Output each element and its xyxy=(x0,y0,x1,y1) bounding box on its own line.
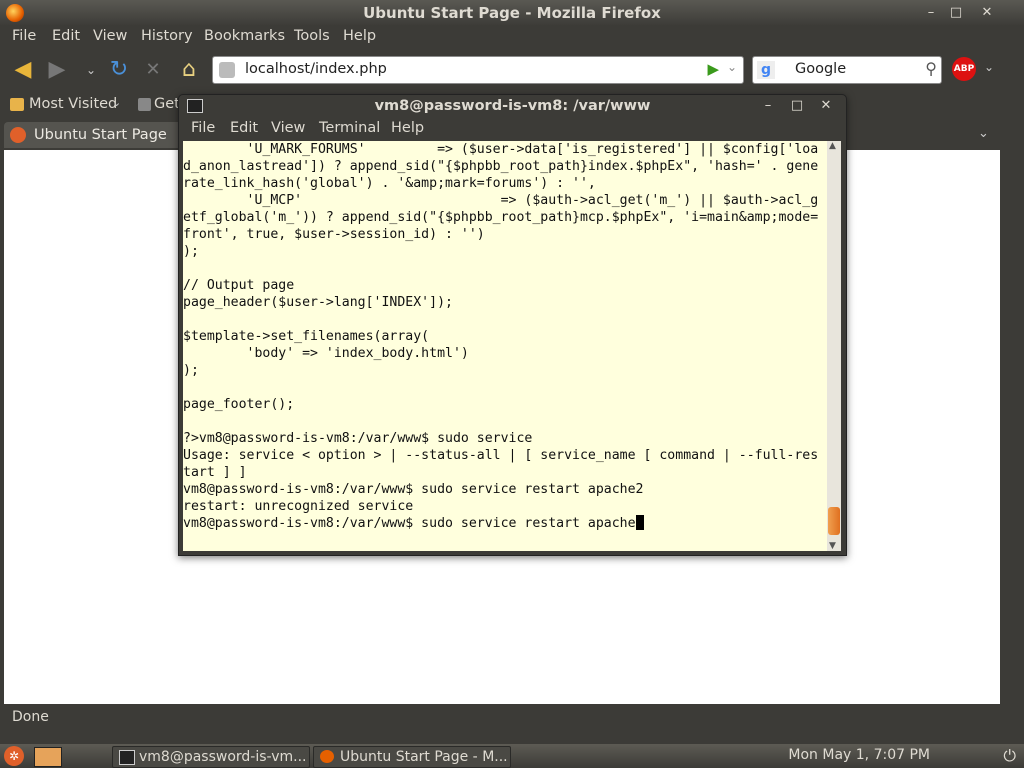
menu-edit[interactable]: Edit xyxy=(52,28,80,44)
window-title: Ubuntu Start Page - Mozilla Firefox xyxy=(363,4,661,22)
taskbar-label: Ubuntu Start Page - M... xyxy=(340,749,508,765)
get-bookmark[interactable]: Get xyxy=(154,96,180,112)
terminal-maximize-button[interactable]: □ xyxy=(786,96,808,116)
ubuntu-menu-icon[interactable]: ✲ xyxy=(4,746,24,766)
taskbar-item-firefox[interactable]: Ubuntu Start Page - M... xyxy=(313,746,511,768)
forward-arrow-icon[interactable]: ▶ xyxy=(44,57,70,83)
terminal-scrollbar[interactable]: ▲ ▼ xyxy=(827,141,841,551)
menubar: File Edit View History Bookmarks Tools H… xyxy=(0,26,1024,48)
terminal-line: $template->set_filenames(array( xyxy=(183,329,430,344)
terminal-line: page_footer(); xyxy=(183,397,295,412)
maximize-button[interactable]: □ xyxy=(945,3,967,23)
terminal-line: rate_link_hash('global') . '&amp;mark=fo… xyxy=(183,176,596,191)
url-bar[interactable]: localhost/index.php ▶ ⌄ xyxy=(212,56,744,84)
terminal-line: // Output page xyxy=(183,278,295,293)
site-favicon-icon xyxy=(219,62,235,78)
terminal-output[interactable]: 'U_MARK_FORUMS' => ($user->data['is_regi… xyxy=(183,141,827,551)
text-cursor xyxy=(635,515,644,530)
terminal-line: vm8@password-is-vm8:/var/www$ sudo servi… xyxy=(183,482,644,497)
terminal-line: ); xyxy=(183,244,199,259)
menu-help[interactable]: Help xyxy=(343,28,376,44)
url-dropdown-icon[interactable]: ⌄ xyxy=(727,60,737,74)
terminal-menubar: File Edit View Terminal Help xyxy=(179,119,846,141)
terminal-scroll-thumb[interactable] xyxy=(828,507,840,535)
folder-icon xyxy=(10,98,24,111)
close-button[interactable]: ✕ xyxy=(976,3,998,23)
terminal-menu-help[interactable]: Help xyxy=(391,120,424,136)
terminal-line: etf_global('m_')) ? append_sid("{$phpbb_… xyxy=(183,210,819,225)
terminal-minimize-button[interactable]: – xyxy=(757,96,779,116)
google-engine-icon[interactable]: g xyxy=(757,61,775,79)
most-visited-bookmark[interactable]: Most Visited xyxy=(29,96,117,112)
tab-label: Ubuntu Start Page xyxy=(34,127,167,143)
tab-list-dropdown-icon[interactable]: ⌄ xyxy=(978,126,989,141)
terminal-titlebar[interactable]: vm8@password-is-vm8: /var/www – □ ✕ xyxy=(179,95,846,117)
terminal-menu-file[interactable]: File xyxy=(191,120,215,136)
terminal-menu-terminal[interactable]: Terminal xyxy=(319,120,380,136)
reload-icon[interactable]: ↻ xyxy=(106,57,132,83)
url-text[interactable]: localhost/index.php xyxy=(245,61,387,77)
stop-icon[interactable]: ✕ xyxy=(140,57,166,83)
terminal-line: ); xyxy=(183,363,199,378)
ubuntu-tab-icon xyxy=(10,127,26,143)
terminal-line: 'U_MCP' => ($auth->acl_get('m_') || $aut… xyxy=(183,193,819,208)
terminal-line: 'U_MARK_FORUMS' => ($user->data['is_regi… xyxy=(183,142,819,157)
firefox-titlebar[interactable]: Ubuntu Start Page - Mozilla Firefox – □ … xyxy=(0,0,1024,26)
back-arrow-icon[interactable]: ◀ xyxy=(10,57,36,83)
scroll-up-icon[interactable]: ▲ xyxy=(829,141,836,151)
firefox-task-icon xyxy=(320,750,334,763)
terminal-window: vm8@password-is-vm8: /var/www – □ ✕ File… xyxy=(178,94,847,556)
scroll-down-icon[interactable]: ▼ xyxy=(829,541,836,551)
terminal-line: front', true, $user->session_id) : '') xyxy=(183,227,485,242)
power-icon[interactable]: ⏻ xyxy=(1003,746,1016,766)
abp-dropdown-icon[interactable]: ⌄ xyxy=(984,60,994,74)
menu-history[interactable]: History xyxy=(141,28,193,44)
taskbar-label: vm8@password-is-vm... xyxy=(139,749,307,765)
search-bar[interactable]: g Google ⚲ xyxy=(752,56,942,84)
menu-bookmarks[interactable]: Bookmarks xyxy=(204,28,285,44)
terminal-task-icon xyxy=(119,750,135,765)
history-dropdown-icon[interactable]: ⌄ xyxy=(78,57,104,83)
terminal-line: Usage: service < option > | --status-all… xyxy=(183,448,819,463)
status-text: Done xyxy=(12,709,49,725)
search-engine-label[interactable]: Google xyxy=(795,61,846,77)
menu-file[interactable]: File xyxy=(12,28,36,44)
menu-tools[interactable]: Tools xyxy=(294,28,330,44)
terminal-line: tart ] ] xyxy=(183,465,247,480)
terminal-title: vm8@password-is-vm8: /var/www xyxy=(374,98,651,114)
clock[interactable]: Mon May 1, 7:07 PM xyxy=(788,747,930,763)
terminal-prompt-line[interactable]: vm8@password-is-vm8:/var/www$ sudo servi… xyxy=(183,515,827,532)
search-magnifier-icon[interactable]: ⚲ xyxy=(925,59,937,78)
terminal-line: ?>vm8@password-is-vm8:/var/www$ sudo ser… xyxy=(183,431,533,446)
terminal-line: restart: unrecognized service xyxy=(183,499,414,514)
go-arrow-icon[interactable]: ▶ xyxy=(707,60,719,78)
terminal-line: page_header($user->lang['INDEX']); xyxy=(183,295,453,310)
page-icon xyxy=(138,98,151,111)
terminal-close-button[interactable]: ✕ xyxy=(815,96,837,116)
home-icon[interactable]: ⌂ xyxy=(176,57,202,83)
terminal-line: 'body' => 'index_body.html') xyxy=(183,346,469,361)
most-visited-dropdown-icon[interactable]: ⌄ xyxy=(112,96,121,109)
abp-icon[interactable]: ABP xyxy=(952,57,976,81)
taskbar-item-terminal[interactable]: vm8@password-is-vm... xyxy=(112,746,310,768)
terminal-menu-view[interactable]: View xyxy=(271,120,305,136)
bottom-panel: ✲ vm8@password-is-vm... Ubuntu Start Pag… xyxy=(0,744,1024,768)
show-desktop-button[interactable] xyxy=(34,747,62,767)
terminal-line: d_anon_lastread']) ? append_sid("{$phpbb… xyxy=(183,159,819,174)
terminal-menu-edit[interactable]: Edit xyxy=(230,120,258,136)
minimize-button[interactable]: – xyxy=(920,3,942,23)
status-bar: Done xyxy=(0,704,1024,730)
menu-view[interactable]: View xyxy=(93,28,127,44)
terminal-text: 'U_MARK_FORUMS' => ($user->data['is_regi… xyxy=(183,141,827,515)
